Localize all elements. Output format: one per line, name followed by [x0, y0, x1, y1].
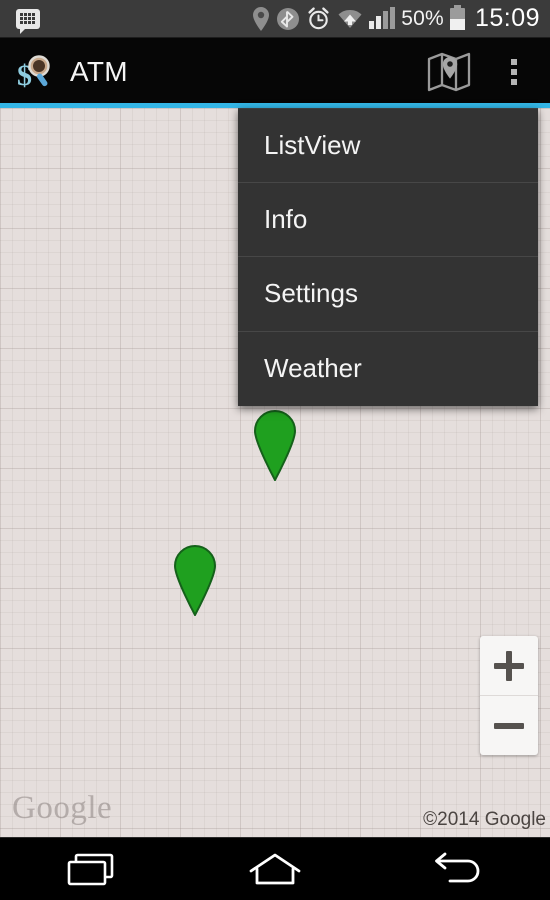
overflow-menu-icon[interactable] [486, 38, 542, 105]
location-pin-icon [253, 6, 270, 31]
atm-marker-2[interactable] [169, 542, 221, 618]
dollar-magnifier-icon: $ [16, 53, 54, 92]
menu-item-label: Info [264, 203, 308, 234]
recents-icon [67, 853, 113, 886]
navigation-bar [0, 837, 550, 900]
menu-item-info[interactable]: Info [238, 183, 538, 257]
map-zoom-controls [480, 636, 538, 755]
wifi-icon [338, 9, 362, 28]
android-screen: 50% 15:09 $ ATM Google ©2014 Google List… [0, 0, 550, 900]
menu-item-weather[interactable]: Weather [238, 332, 538, 407]
status-bar-clock: 15:09 [474, 4, 540, 32]
bbm-messenger-icon [16, 8, 40, 34]
bluetooth-icon [277, 7, 300, 30]
zoom-out-button[interactable] [480, 696, 538, 755]
menu-item-label: ListView [264, 129, 361, 160]
back-arrow-icon [435, 852, 480, 883]
action-bar-actions [412, 38, 550, 105]
zoom-in-button[interactable] [480, 636, 538, 696]
signal-bars-icon [369, 6, 396, 29]
status-bar-notifications [0, 8, 40, 34]
map-pin-icon[interactable] [412, 38, 486, 105]
menu-item-label: Weather [264, 353, 362, 384]
status-bar-system-icons: 50% 15:09 [252, 4, 550, 33]
battery-percent-label: 50% [401, 6, 444, 30]
google-watermark: Google [12, 790, 113, 826]
overflow-menu: ListView Info Settings Weather [238, 108, 538, 406]
home-icon [249, 853, 301, 885]
menu-item-settings[interactable]: Settings [238, 257, 538, 332]
recents-button[interactable] [32, 838, 152, 900]
page-title: ATM [70, 55, 128, 87]
battery-icon [449, 4, 465, 30]
alarm-clock-icon [308, 7, 329, 30]
menu-item-listview[interactable]: ListView [238, 108, 538, 183]
status-bar: 50% 15:09 [0, 0, 550, 38]
atm-marker-1[interactable] [249, 407, 301, 483]
action-bar: $ ATM [0, 38, 550, 105]
home-button[interactable] [215, 838, 335, 900]
map-copyright: ©2014 Google [423, 809, 546, 830]
back-button[interactable] [398, 838, 518, 900]
menu-item-label: Settings [264, 278, 358, 309]
